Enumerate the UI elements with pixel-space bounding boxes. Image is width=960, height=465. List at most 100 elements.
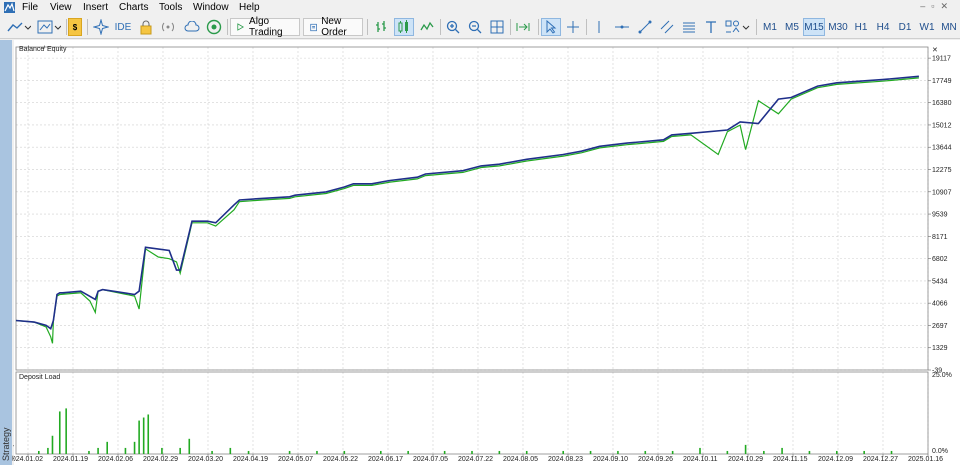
- cloud-icon[interactable]: [183, 18, 201, 36]
- menu-bar: File View Insert Charts Tools Window Hel…: [0, 0, 960, 15]
- channel-icon[interactable]: [658, 18, 676, 36]
- menu-insert[interactable]: Insert: [83, 1, 108, 14]
- autoscroll-icon[interactable]: [514, 18, 532, 36]
- text-tool-icon[interactable]: [703, 18, 719, 36]
- x-tick-label: 2024.02.06: [98, 456, 133, 463]
- y-tick-label: 4066: [932, 301, 948, 308]
- y-tick-label: 6802: [932, 256, 948, 263]
- y-tick-label: 10907: [932, 189, 952, 196]
- crosshair-icon[interactable]: [564, 18, 582, 36]
- timeframe-m30[interactable]: M30: [826, 18, 850, 36]
- menu-tools[interactable]: Tools: [159, 1, 182, 14]
- line-chart-icon[interactable]: [418, 18, 436, 36]
- x-tick-label: 2025.01.16: [908, 456, 943, 463]
- chart-type-icon[interactable]: [6, 18, 32, 36]
- coin-icon[interactable]: $: [68, 18, 82, 36]
- deposit-load-grid: [27, 372, 929, 454]
- deposit-load-bars: [37, 408, 893, 454]
- deposit-y-tick-label: 25.0%: [932, 372, 952, 379]
- horizontal-line-icon[interactable]: [612, 18, 632, 36]
- new-order-button[interactable]: New Order: [303, 16, 363, 38]
- strategy-tester-tab[interactable]: Strategy Tester: [1, 401, 21, 461]
- document-icon: [310, 23, 317, 31]
- candlestick-icon[interactable]: [394, 18, 414, 36]
- x-tick-label: 2024.10.11: [683, 456, 718, 463]
- play-icon: [237, 23, 245, 31]
- toolbar: $ IDE Algo Trading New Order M1 M5 M15 M…: [0, 15, 960, 39]
- lock-icon[interactable]: [138, 18, 154, 36]
- main-chart-grid: [16, 47, 929, 371]
- menu-view[interactable]: View: [50, 1, 72, 14]
- zoom-out-icon[interactable]: [466, 18, 484, 36]
- trendline-icon[interactable]: [636, 18, 654, 36]
- grid-tile-icon[interactable]: [488, 18, 506, 36]
- x-tick-label: 2024.04.19: [233, 456, 268, 463]
- chart-close-icon[interactable]: ✕: [932, 47, 938, 54]
- cursor-icon[interactable]: [541, 18, 561, 36]
- x-tick-label: 2024.02.29: [143, 456, 178, 463]
- x-tick-label: 2024.01.19: [53, 456, 88, 463]
- deposit-load-frame: [15, 371, 929, 455]
- shapes-icon[interactable]: [724, 18, 752, 36]
- x-tick-label: 2024.08.05: [503, 456, 538, 463]
- deposit-y-tick-label: 0.0%: [932, 448, 948, 455]
- y-tick-label: 19117: [932, 56, 951, 63]
- window-controls[interactable]: –▫✕: [920, 1, 954, 12]
- vertical-line-icon[interactable]: [590, 18, 608, 36]
- x-tick-label: 2024.07.22: [458, 456, 493, 463]
- x-tick-label: 2024.12.09: [818, 456, 853, 463]
- y-tick-label: 2697: [932, 323, 948, 330]
- algo-trading-button[interactable]: Algo Trading: [230, 16, 300, 38]
- main-chart-frame: [15, 46, 929, 371]
- menu-window[interactable]: Window: [193, 1, 229, 14]
- signal-icon[interactable]: [160, 18, 176, 36]
- app-logo-icon: [4, 2, 15, 13]
- timeframe-h1[interactable]: H1: [850, 18, 872, 36]
- algo-trading-label: Algo Trading: [249, 16, 283, 38]
- x-axis: 2024.01.02 2024.01.19 2024.02.06 2024.02.29…: [14, 454, 943, 463]
- deposit-load-title: Deposit Load: [19, 374, 60, 381]
- legend-balance: Balance: [19, 46, 44, 53]
- x-tick-label: 2024.01.02: [14, 456, 43, 463]
- x-tick-label: 2024.07.05: [413, 456, 448, 463]
- y-tick-label: 13644: [932, 145, 952, 152]
- timeframe-w1[interactable]: W1: [916, 18, 938, 36]
- y-tick-label: 5434: [932, 278, 948, 285]
- side-panel-strip[interactable]: Strategy Tester: [0, 40, 21, 465]
- timeframe-m1[interactable]: M1: [759, 18, 781, 36]
- bar-chart-icon[interactable]: [372, 18, 390, 36]
- x-tick-label: 2024.06.17: [368, 456, 403, 463]
- y-tick-label: 15012: [932, 122, 952, 129]
- y-tick-label: 9539: [932, 212, 948, 219]
- menu-help[interactable]: Help: [239, 1, 260, 14]
- menu-charts[interactable]: Charts: [119, 1, 148, 14]
- x-tick-label: 2024.12.27: [863, 456, 898, 463]
- timeframe-d1[interactable]: D1: [894, 18, 916, 36]
- equity-series-line: [15, 77, 919, 344]
- x-tick-label: 2024.05.22: [323, 456, 358, 463]
- chart-area[interactable]: Balance / Equity Deposit Load 19117 17749…: [14, 40, 960, 465]
- zoom-in-icon[interactable]: [444, 18, 462, 36]
- timeframe-m15[interactable]: M15: [803, 18, 825, 36]
- menu-file[interactable]: File: [22, 1, 38, 14]
- x-tick-label: 2024.05.07: [278, 456, 313, 463]
- timeframe-m5[interactable]: M5: [781, 18, 803, 36]
- template-icon[interactable]: [36, 18, 62, 36]
- timeframe-h4[interactable]: H4: [872, 18, 894, 36]
- x-tick-label: 2024.09.26: [638, 456, 673, 463]
- fibonacci-icon[interactable]: [680, 18, 698, 36]
- y-tick-label: 8171: [932, 234, 948, 241]
- ide-button[interactable]: IDE: [112, 18, 134, 36]
- balance-series-line: [15, 75, 919, 330]
- legend-separator: /: [43, 46, 45, 53]
- x-tick-label: 2024.11.15: [773, 456, 808, 463]
- y-tick-label: 16380: [932, 100, 952, 107]
- x-tick-label: 2024.10.29: [728, 456, 763, 463]
- x-tick-label: 2024.09.10: [593, 456, 628, 463]
- vps-icon[interactable]: [205, 18, 223, 36]
- new-order-label: New Order: [321, 16, 347, 38]
- timeframe-mn[interactable]: MN: [938, 18, 960, 36]
- deposit-y-axis: 25.0% 0.0%: [932, 372, 952, 455]
- y-tick-label: 12275: [932, 167, 952, 174]
- sparkle-icon[interactable]: [92, 18, 110, 36]
